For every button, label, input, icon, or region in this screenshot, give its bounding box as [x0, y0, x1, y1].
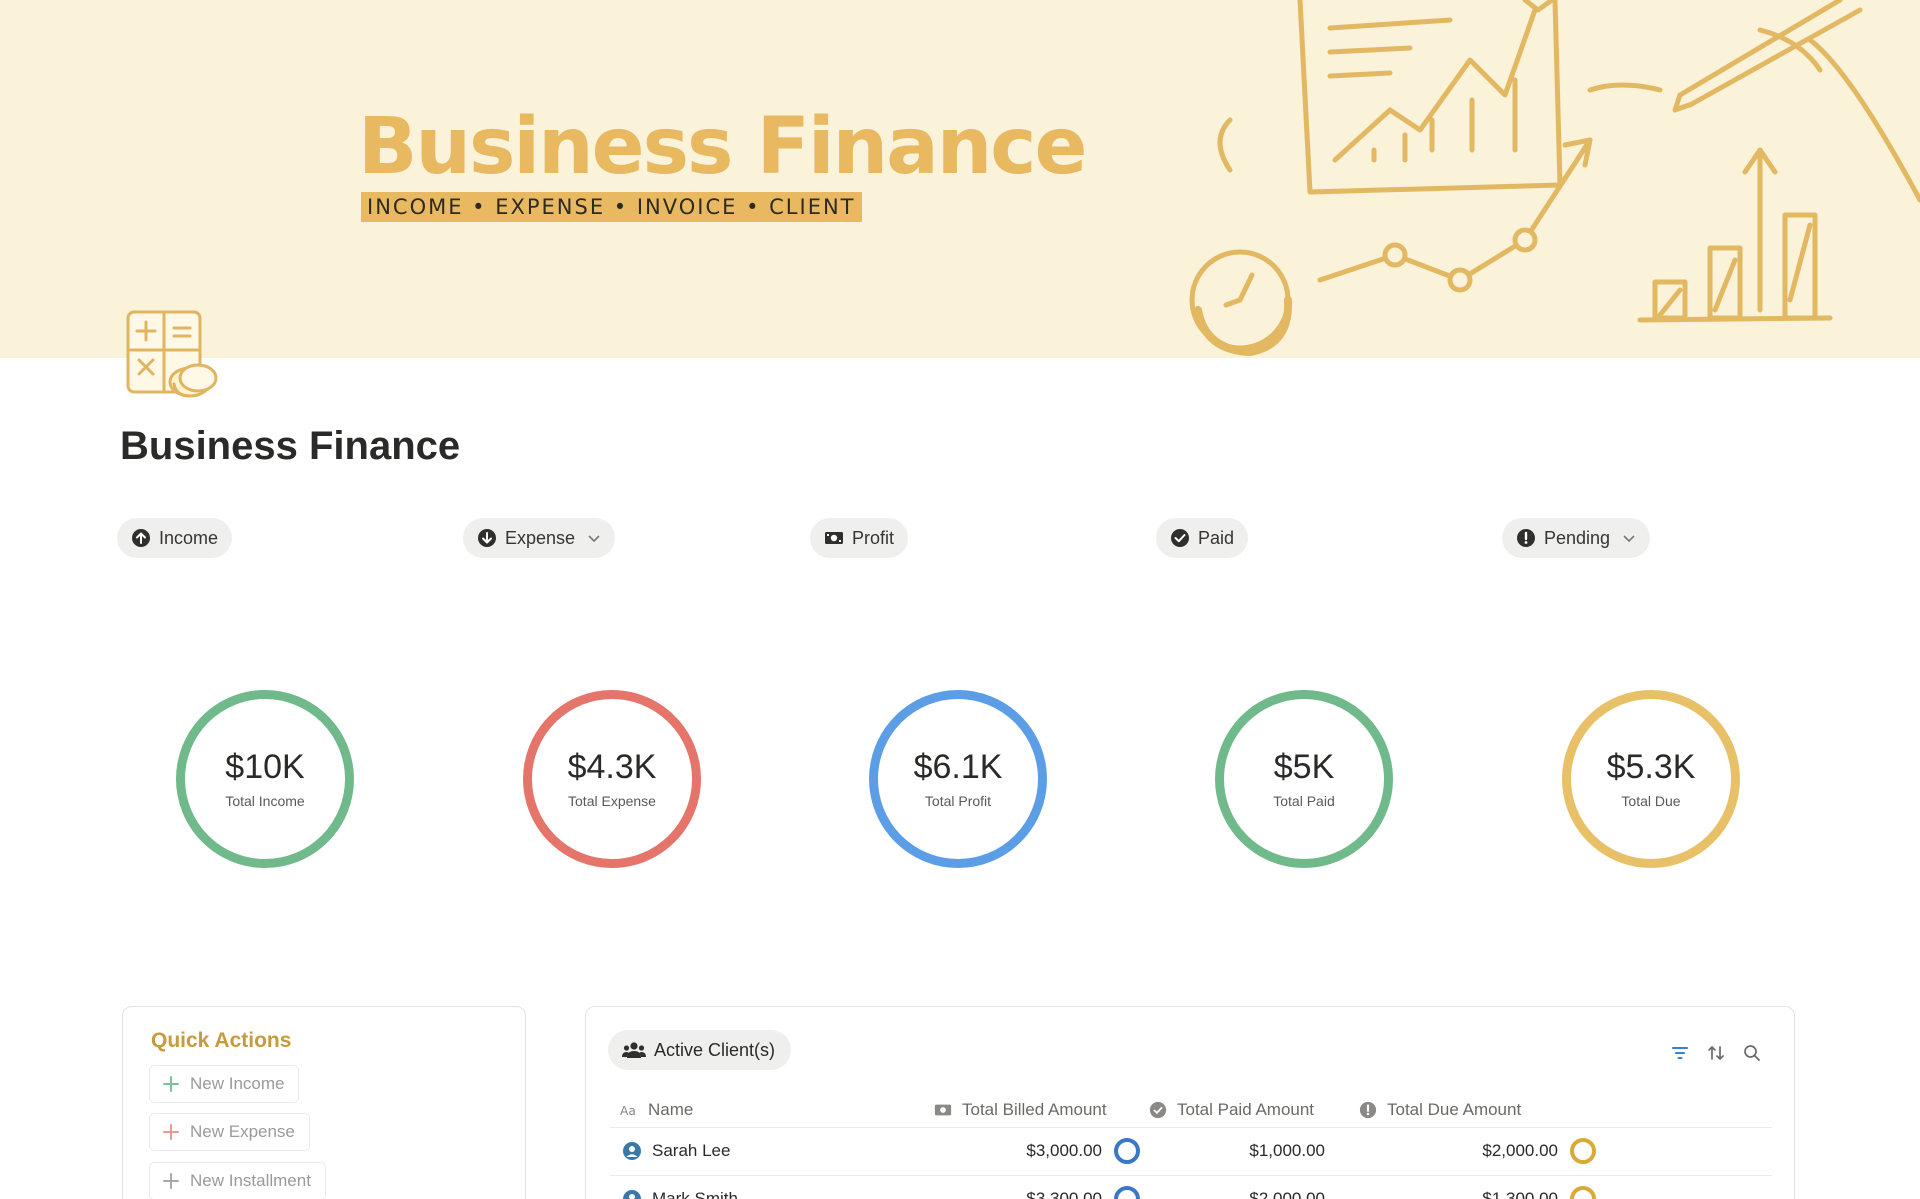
expense-view-button[interactable]: Expense	[463, 518, 616, 558]
total-income-ring: $10K Total Income	[176, 690, 354, 868]
total-paid-ring: $5K Total Paid	[1215, 690, 1393, 868]
pending-view-button[interactable]: Pending	[1502, 518, 1651, 558]
client-name-cell: Mark Smith	[622, 1176, 738, 1199]
billed-progress-ring	[1114, 1186, 1140, 1199]
ring-value: $10K	[225, 748, 305, 787]
sort-icon[interactable]	[1706, 1043, 1726, 1063]
banner-tagline: INCOME • EXPENSE • INVOICE • CLIENT	[361, 192, 862, 222]
page-title: Business Finance	[120, 424, 461, 468]
check-circle-icon	[1149, 1101, 1167, 1119]
finance-illustration	[1189, 0, 1920, 356]
banner-title: Business Finance	[358, 102, 1087, 192]
banknote-icon	[934, 1104, 952, 1116]
new-installment-button[interactable]: New Installment	[149, 1162, 326, 1199]
quick-actions-title: Quick Actions	[151, 1029, 292, 1052]
client-name-cell: Sarah Lee	[622, 1128, 730, 1174]
total-due-value: $1,300.00	[1482, 1189, 1558, 1199]
due-progress-ring	[1570, 1138, 1596, 1164]
total-due-ring: $5.3K Total Due	[1562, 690, 1740, 868]
column-header-label: Total Due Amount	[1387, 1100, 1522, 1119]
ring-label: Total Profit	[924, 792, 992, 809]
active-clients-tab[interactable]: Active Client(s)	[608, 1030, 792, 1070]
client-name: Mark Smith	[652, 1189, 738, 1199]
arrow-up-circle-icon	[132, 529, 150, 547]
total-paid-cell: $1,000.00	[1180, 1128, 1325, 1174]
total-billed-cell: $3,300.00	[910, 1176, 1140, 1199]
paid-view-button[interactable]: Paid	[1156, 518, 1249, 558]
client-name: Sarah Lee	[652, 1141, 731, 1160]
column-header-label: Total Billed Amount	[962, 1100, 1107, 1119]
plus-icon	[163, 1124, 179, 1140]
check-circle-icon	[1171, 529, 1189, 547]
ring-value: $6.1K	[913, 748, 1003, 787]
ring-label: Total Income	[225, 792, 305, 809]
cover-banner: Business Finance INCOME • EXPENSE • INVO…	[0, 0, 1920, 358]
search-icon[interactable]	[1742, 1043, 1762, 1063]
person-icon	[623, 1190, 641, 1199]
arrow-down-circle-icon	[478, 529, 496, 547]
plus-icon	[163, 1173, 179, 1189]
pill-label: Profit	[852, 527, 895, 548]
ring-label: Total Due	[1621, 792, 1681, 809]
exclamation-circle-icon	[1359, 1101, 1377, 1119]
new-income-label: New Income	[190, 1074, 285, 1093]
column-header-total-paid[interactable]: Total Paid Amount	[1149, 1094, 1314, 1126]
active-clients-label: Active Client(s)	[654, 1039, 776, 1060]
pill-label: Paid	[1198, 527, 1235, 548]
column-header-total-billed[interactable]: Total Billed Amount	[934, 1094, 1107, 1126]
pill-label: Expense	[505, 527, 576, 548]
exclamation-circle-icon	[1517, 529, 1535, 547]
filter-icon[interactable]	[1670, 1043, 1690, 1063]
chevron-down-icon	[588, 535, 600, 543]
total-paid-cell: $2,000.00	[1180, 1176, 1325, 1199]
calculator-coins-icon	[126, 310, 218, 398]
plus-icon	[163, 1076, 179, 1092]
ring-value: $5.3K	[1606, 748, 1696, 787]
total-expense-ring: $4.3K Total Expense	[523, 690, 701, 868]
quick-actions-panel: Quick Actions New Income New Expense New…	[122, 1006, 526, 1199]
new-installment-label: New Installment	[190, 1171, 311, 1190]
ring-value: $5K	[1273, 748, 1335, 787]
total-due-cell: $1,300.00	[1350, 1176, 1596, 1199]
total-paid-value: $1,000.00	[1249, 1141, 1325, 1160]
table-row[interactable]: Mark Smith $3,300.00 $2,000.00 $1,300.00	[610, 1176, 1772, 1199]
total-due-cell: $2,000.00	[1350, 1128, 1596, 1174]
text-aa-icon: Aa	[620, 1104, 636, 1118]
table-row[interactable]: Sarah Lee $3,000.00 $1,000.00 $2,000.00	[610, 1128, 1772, 1174]
due-progress-ring	[1570, 1186, 1596, 1199]
profit-view-button[interactable]: Profit	[810, 518, 909, 558]
pill-label: Income	[159, 527, 219, 548]
pill-label: Pending	[1544, 527, 1611, 548]
column-header-label: Total Paid Amount	[1177, 1100, 1315, 1119]
new-expense-label: New Expense	[190, 1122, 295, 1141]
total-billed-cell: $3,000.00	[910, 1128, 1140, 1174]
person-icon	[623, 1142, 641, 1160]
column-header-total-due[interactable]: Total Due Amount	[1359, 1094, 1521, 1126]
ring-label: Total Expense	[568, 792, 656, 809]
active-clients-panel: Active Client(s) Aa Name Total Billed Am…	[585, 1006, 1795, 1199]
users-icon	[622, 1042, 646, 1058]
total-due-value: $2,000.00	[1482, 1141, 1558, 1160]
banknote-icon	[825, 532, 843, 544]
new-expense-button[interactable]: New Expense	[149, 1113, 310, 1151]
ring-value: $4.3K	[567, 748, 657, 787]
total-profit-ring: $6.1K Total Profit	[869, 690, 1047, 868]
total-billed-value: $3,000.00	[1026, 1141, 1102, 1160]
chevron-down-icon	[1623, 535, 1635, 543]
total-billed-value: $3,300.00	[1026, 1189, 1102, 1199]
column-header-name[interactable]: Aa Name	[620, 1094, 693, 1126]
ring-label: Total Paid	[1273, 792, 1335, 809]
income-view-button[interactable]: Income	[117, 518, 233, 558]
total-paid-value: $2,000.00	[1249, 1189, 1325, 1199]
new-income-button[interactable]: New Income	[149, 1065, 300, 1103]
column-header-label: Name	[648, 1100, 694, 1119]
svg-text:Aa: Aa	[620, 1104, 636, 1118]
billed-progress-ring	[1114, 1138, 1140, 1164]
